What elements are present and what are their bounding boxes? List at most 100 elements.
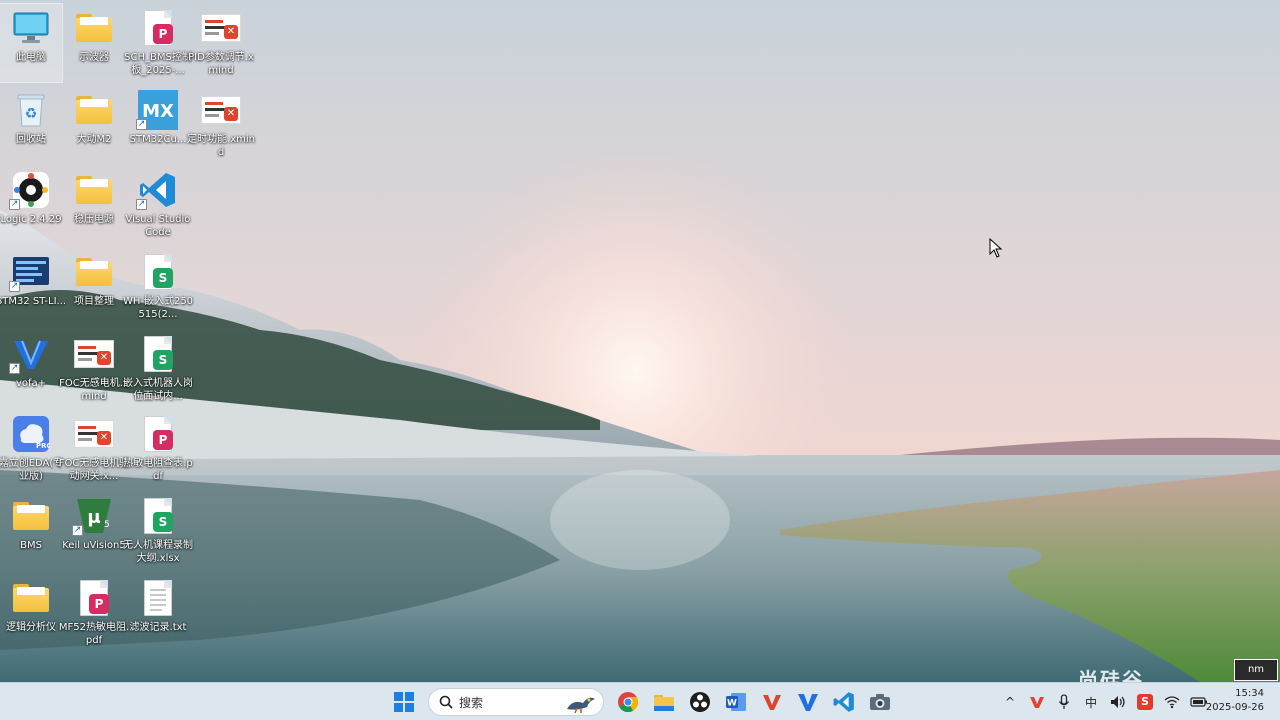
svg-text:μ: μ (87, 507, 100, 528)
shortcut-arrow-icon: ↗ (72, 525, 83, 536)
sogou-icon: S (1137, 694, 1153, 710)
taskbar-clock[interactable]: 15:34 2025-09-26 (1206, 687, 1264, 715)
desktop-icon-vofa[interactable]: ↗ vofa+ (0, 330, 62, 408)
taskbar-camera[interactable] (864, 686, 896, 718)
tray-app-icon[interactable] (1025, 690, 1049, 714)
taskbar-word[interactable]: W (720, 686, 752, 718)
desktop-icon-drone-course-xlsx[interactable]: S 无人机课程录制大纲.xlsx (123, 492, 193, 570)
file-explorer-icon (654, 695, 674, 711)
svg-text:PRO: PRO (36, 442, 50, 450)
desktop-icon-logic[interactable]: ↗ Logic 2.4.29 (0, 166, 62, 244)
desktop-icon-filter-txt[interactable]: 滤波记录.txt (127, 574, 189, 652)
desktop-icon-stm32-stlink[interactable]: ↗ STM32 ST-LI... (0, 248, 66, 326)
input-method-button[interactable]: 中 (1079, 690, 1103, 714)
start-button[interactable] (388, 686, 420, 718)
spreadsheet-file-icon: S (136, 496, 180, 536)
desktop-icon-power-supply-folder[interactable]: 稳压电源 (63, 166, 125, 244)
svg-text:♻: ♻ (25, 106, 38, 122)
folder-icon (72, 8, 116, 48)
monitor-icon (9, 8, 53, 48)
desktop-icon-logic-analyzer-folder[interactable]: 逻辑分析仪 (0, 574, 62, 652)
desktop-icon-timer-xmind[interactable]: ✕ 定时功能.xmind (187, 86, 255, 164)
microphone-icon (1059, 694, 1069, 709)
desktop-icon-sch-bms-pdf[interactable]: P SCH_BMS控制板_2025-... (124, 4, 192, 82)
pdf-file-icon: P (72, 578, 116, 618)
spreadsheet-file-icon: S (136, 252, 180, 292)
desktop-icon-mf52-pdf[interactable]: P MF52热敏电阻.pdf (59, 574, 129, 652)
desktop-icon-project-folder[interactable]: 项目整理 (63, 248, 125, 326)
desktop-icon-thermistor-pdf[interactable]: P 热敏电阻查表.pdf (123, 410, 193, 488)
volume-icon (1111, 696, 1125, 708)
keil-app-icon: μ5 ↗ (72, 496, 116, 536)
shortcut-arrow-icon: ↗ (9, 281, 20, 292)
desktop-icon-jlc-eda[interactable]: PRO 嘉立创EDA(专业版) (0, 410, 63, 488)
spreadsheet-file-icon: S (136, 334, 180, 374)
taskbar-obs[interactable] (684, 686, 716, 718)
shortcut-arrow-icon: ↗ (136, 119, 147, 130)
desktop-icon-interview-xlsx[interactable]: S 嵌入式机器人岗位面试内... (123, 330, 193, 408)
clock-date: 2025-09-26 (1205, 702, 1264, 713)
xmind-file-icon: ✕ (199, 90, 243, 130)
desktop-icon-vscode[interactable]: ↗ Visual Studio Code (126, 166, 190, 244)
vscode-icon (833, 692, 854, 712)
desktop-icon-foc-xmind[interactable]: ✕ FOC无感电机.xmind (59, 330, 129, 408)
text-file-icon (136, 578, 180, 618)
camera-icon (870, 694, 890, 710)
search-highlight-bird-icon (567, 697, 595, 713)
system-tray: ^ 中 S (998, 683, 1211, 720)
shortcut-arrow-icon: ↗ (9, 363, 20, 374)
desktop-icon-this-pc[interactable]: 此电脑 (0, 3, 63, 83)
stlink-utility-icon: ↗ (9, 252, 53, 292)
watermark-logo: nm (1234, 659, 1278, 681)
desktop-icon-foc-gateway-xmind[interactable]: ✕ FOC无感电机驱动网关.x... (59, 410, 129, 488)
taskbar-search-box[interactable]: 搜索 (428, 688, 604, 716)
folder-icon (72, 252, 116, 292)
shortcut-arrow-icon: ↗ (136, 199, 147, 210)
wps-tray-icon (1030, 697, 1044, 708)
pdf-file-icon: P (136, 8, 180, 48)
desktop-icon-pid-xmind[interactable]: ✕ PID参数调节.xmind (188, 4, 254, 82)
word-icon: W (726, 693, 746, 711)
wps-icon (763, 695, 781, 710)
desktop-icon-grid: 此电脑 ♻ 回收站 ↗ Logic 2.4.29 ↗ STM32 ST-LI..… (0, 0, 1280, 682)
vofa-app-icon: ↗ (9, 334, 53, 374)
search-placeholder: 搜索 (459, 695, 484, 710)
taskbar: 搜索 W ^ 中 S 15:34 2025-09-26 (0, 682, 1280, 720)
desktop-icon-bms[interactable]: BMS (0, 492, 62, 570)
obs-icon (690, 692, 710, 712)
taskbar-file-explorer[interactable] (648, 686, 680, 718)
svg-text:W: W (727, 699, 737, 709)
vofa-icon (798, 694, 818, 711)
pdf-file-icon: P (136, 414, 180, 454)
shortcut-arrow-icon: ↗ (9, 199, 20, 210)
vscode-app-icon: ↗ (136, 170, 180, 210)
taskbar-chrome[interactable] (612, 686, 644, 718)
microphone-button[interactable] (1052, 690, 1076, 714)
desktop-icon-keil[interactable]: μ5 ↗ Keil uVision5 (62, 492, 126, 570)
wifi-icon (1164, 696, 1180, 709)
folder-icon (9, 578, 53, 618)
show-hidden-icons-button[interactable]: ^ (998, 690, 1022, 714)
chrome-icon (618, 692, 639, 713)
folder-icon (72, 90, 116, 130)
volume-button[interactable] (1106, 690, 1130, 714)
clock-time: 15:34 (1235, 688, 1264, 699)
logic-analyzer-app-icon: ↗ (9, 170, 53, 210)
taskbar-vofa[interactable] (792, 686, 824, 718)
wifi-button[interactable] (1160, 690, 1184, 714)
folder-icon (72, 170, 116, 210)
taskbar-wps[interactable] (756, 686, 788, 718)
stm32cubemx-app-icon: MX ↗ (136, 90, 180, 130)
mouse-cursor-icon (989, 237, 1003, 262)
recycle-bin-icon: ♻ (9, 90, 53, 130)
desktop-icon-oscilloscope-folder[interactable]: 示波器 (63, 4, 125, 82)
sogou-ime-button[interactable]: S (1133, 690, 1157, 714)
jlc-eda-app-icon: PRO (9, 414, 53, 454)
xmind-file-icon: ✕ (199, 8, 243, 48)
desktop-icon-recycle-bin[interactable]: ♻ 回收站 (0, 86, 62, 164)
desktop-icon-dadong-folder[interactable]: 大动M2 (63, 86, 125, 164)
taskbar-pinned-apps: 搜索 W (388, 686, 896, 718)
desktop-icon-wh-xlsx[interactable]: S WH-嵌入式250515(2... (123, 248, 193, 326)
taskbar-vscode[interactable] (828, 686, 860, 718)
desktop-icon-stm32cubemx[interactable]: MX ↗ STM32Cu... (127, 86, 189, 164)
